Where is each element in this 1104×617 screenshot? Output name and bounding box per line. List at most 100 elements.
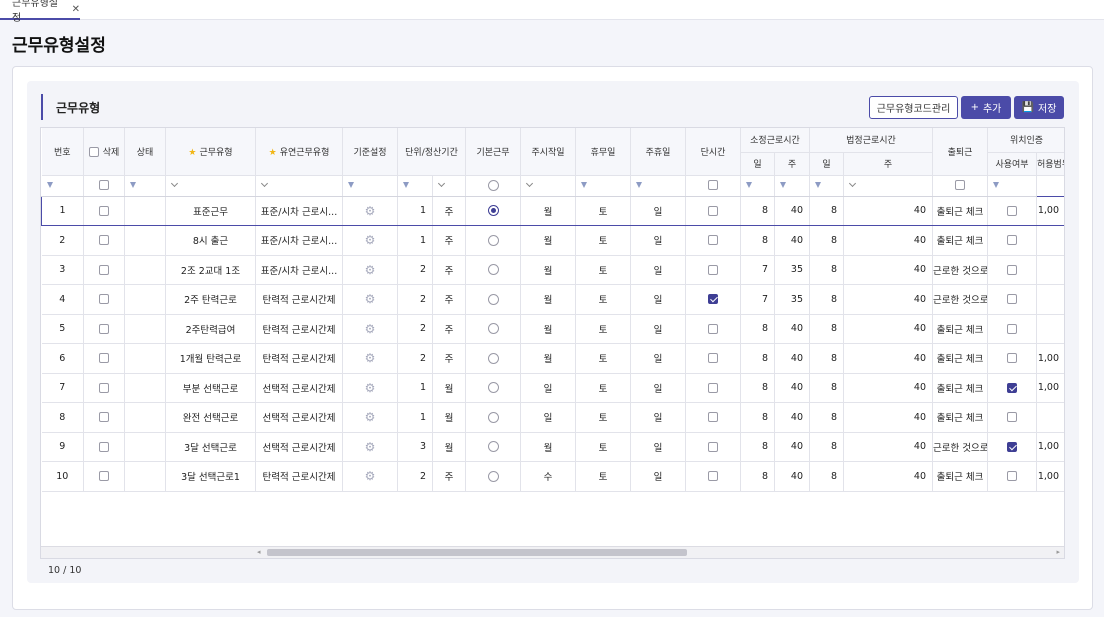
- cell-range[interactable]: [1036, 225, 1064, 256]
- cell-unit[interactable]: 1: [397, 195, 433, 226]
- cell-no[interactable]: 9: [41, 432, 84, 462]
- cell-commute[interactable]: 출퇴근 체크: [932, 195, 988, 226]
- cell-basic-work[interactable]: [465, 461, 521, 492]
- cell-basic-work[interactable]: [465, 314, 521, 344]
- cell-weekly-off[interactable]: 일: [630, 195, 686, 226]
- select-all-checkbox[interactable]: [88, 147, 99, 158]
- cell-flex-type[interactable]: 선택적 근로시간제: [255, 432, 343, 462]
- basic-work-radio[interactable]: [487, 352, 499, 364]
- basic-work-radio[interactable]: [487, 441, 499, 453]
- col-short-time[interactable]: 단시간: [685, 128, 741, 176]
- cell-weekly-off[interactable]: 일: [630, 432, 686, 462]
- location-use-checkbox[interactable]: [1007, 471, 1017, 482]
- cell-commute[interactable]: 출퇴근 체크: [932, 343, 988, 374]
- cell-commute[interactable]: 근로한 것으로 간주: [932, 284, 988, 315]
- cell-period[interactable]: 주: [432, 343, 466, 374]
- cell-commute[interactable]: 출퇴근 체크: [932, 402, 988, 433]
- basic-work-radio[interactable]: [487, 470, 499, 482]
- cell-short-time[interactable]: [685, 373, 741, 403]
- cell-legal-week[interactable]: 40: [843, 343, 933, 374]
- col-legal-week[interactable]: 주: [843, 152, 933, 176]
- cell-weekly-off[interactable]: 일: [630, 343, 686, 374]
- cell-prescribed-week[interactable]: 40: [774, 195, 810, 226]
- basic-work-radio[interactable]: [487, 411, 499, 423]
- cell-status[interactable]: [124, 432, 166, 462]
- cell-range[interactable]: 1,00: [1036, 195, 1064, 226]
- cell-prescribed-day[interactable]: 8: [740, 195, 775, 226]
- cell-holiday[interactable]: 토: [575, 461, 631, 492]
- table-row[interactable]: 8 완전 선택근로 선택적 근로시간제 ⚙ 1 월 일 토 일 8 40 8 40 출퇴근 체크: [41, 402, 1064, 433]
- filter-cell[interactable]: [630, 175, 686, 197]
- cell-status[interactable]: [124, 225, 166, 256]
- cell-range[interactable]: [1036, 284, 1064, 315]
- gear-icon[interactable]: ⚙: [365, 233, 376, 247]
- filter-icon[interactable]: [746, 181, 752, 188]
- cell-delete[interactable]: [83, 225, 125, 256]
- cell-basic-work[interactable]: [465, 284, 521, 315]
- cell-no[interactable]: 10: [41, 461, 84, 492]
- cell-period[interactable]: 월: [432, 402, 466, 433]
- cell-basic-work[interactable]: [465, 255, 521, 285]
- col-prescribed-day[interactable]: 일: [740, 152, 775, 176]
- cell-short-time[interactable]: [685, 255, 741, 285]
- col-basic-work[interactable]: 기본근무: [465, 128, 521, 176]
- filter-radio[interactable]: [487, 179, 499, 191]
- cell-legal-day[interactable]: 8: [809, 432, 844, 462]
- cell-weekly-off[interactable]: 일: [630, 461, 686, 492]
- short-time-checkbox[interactable]: [708, 323, 718, 334]
- col-location[interactable]: 위치인증: [987, 128, 1064, 153]
- cell-delete[interactable]: [83, 373, 125, 403]
- cell-delete[interactable]: [83, 461, 125, 492]
- filter-cell[interactable]: [809, 175, 844, 197]
- cell-range[interactable]: 1,00: [1036, 461, 1064, 492]
- cell-prescribed-week[interactable]: 35: [774, 284, 810, 315]
- cell-basic-work[interactable]: [465, 402, 521, 433]
- location-use-checkbox[interactable]: [1007, 441, 1017, 452]
- cell-legal-day[interactable]: 8: [809, 255, 844, 285]
- chevron-down-icon[interactable]: [525, 179, 534, 187]
- filter-cell[interactable]: [932, 175, 988, 197]
- cell-holiday[interactable]: 토: [575, 373, 631, 403]
- location-use-checkbox[interactable]: [1007, 353, 1017, 364]
- chevron-down-icon[interactable]: [437, 179, 446, 187]
- cell-prescribed-week[interactable]: 40: [774, 225, 810, 256]
- cell-no[interactable]: 2: [41, 225, 84, 256]
- cell-commute[interactable]: 근로한 것으로 간주: [932, 255, 988, 285]
- filter-cell[interactable]: [843, 175, 933, 197]
- cell-flex-type[interactable]: 탄력적 근로시간제: [255, 343, 343, 374]
- cell-base-setting[interactable]: ⚙: [342, 402, 398, 433]
- delete-checkbox[interactable]: [99, 471, 109, 482]
- cell-commute[interactable]: 출퇴근 체크: [932, 225, 988, 256]
- delete-checkbox[interactable]: [99, 294, 109, 305]
- cell-basic-work[interactable]: [465, 432, 521, 462]
- delete-checkbox[interactable]: [99, 264, 109, 275]
- delete-checkbox[interactable]: [99, 382, 109, 393]
- table-row[interactable]: 2 8시 출근 표준/시차 근로시... ⚙ 1 주 월 토 일 8 40 8 40 출퇴근 체크: [41, 225, 1064, 256]
- cell-status[interactable]: [124, 461, 166, 492]
- cell-prescribed-week[interactable]: 35: [774, 255, 810, 285]
- cell-period[interactable]: 주: [432, 284, 466, 315]
- cell-basic-work[interactable]: [465, 195, 521, 226]
- cell-legal-day[interactable]: 8: [809, 343, 844, 374]
- location-use-checkbox[interactable]: [1007, 412, 1017, 423]
- cell-type[interactable]: 표준근무: [165, 195, 256, 226]
- cell-legal-day[interactable]: 8: [809, 195, 844, 226]
- cell-prescribed-day[interactable]: 8: [740, 432, 775, 462]
- col-commute[interactable]: 출퇴근: [932, 128, 988, 176]
- cell-short-time[interactable]: [685, 402, 741, 433]
- filter-icon[interactable]: [130, 181, 136, 188]
- delete-checkbox[interactable]: [99, 205, 109, 216]
- delete-checkbox[interactable]: [99, 412, 109, 423]
- cell-location-use[interactable]: [987, 343, 1037, 374]
- filter-icon[interactable]: [993, 181, 999, 188]
- cell-no[interactable]: 4: [41, 284, 84, 315]
- cell-week-start[interactable]: 월: [520, 225, 576, 256]
- col-status[interactable]: 상태: [124, 128, 166, 176]
- basic-work-radio[interactable]: [487, 323, 499, 335]
- scrollbar-thumb[interactable]: [267, 549, 687, 556]
- delete-checkbox[interactable]: [99, 235, 109, 246]
- close-icon[interactable]: ✕: [72, 4, 80, 15]
- filter-cell[interactable]: [397, 175, 433, 197]
- cell-unit[interactable]: 2: [397, 314, 433, 344]
- work-type-code-manage-button[interactable]: 근무유형코드관리: [869, 96, 958, 119]
